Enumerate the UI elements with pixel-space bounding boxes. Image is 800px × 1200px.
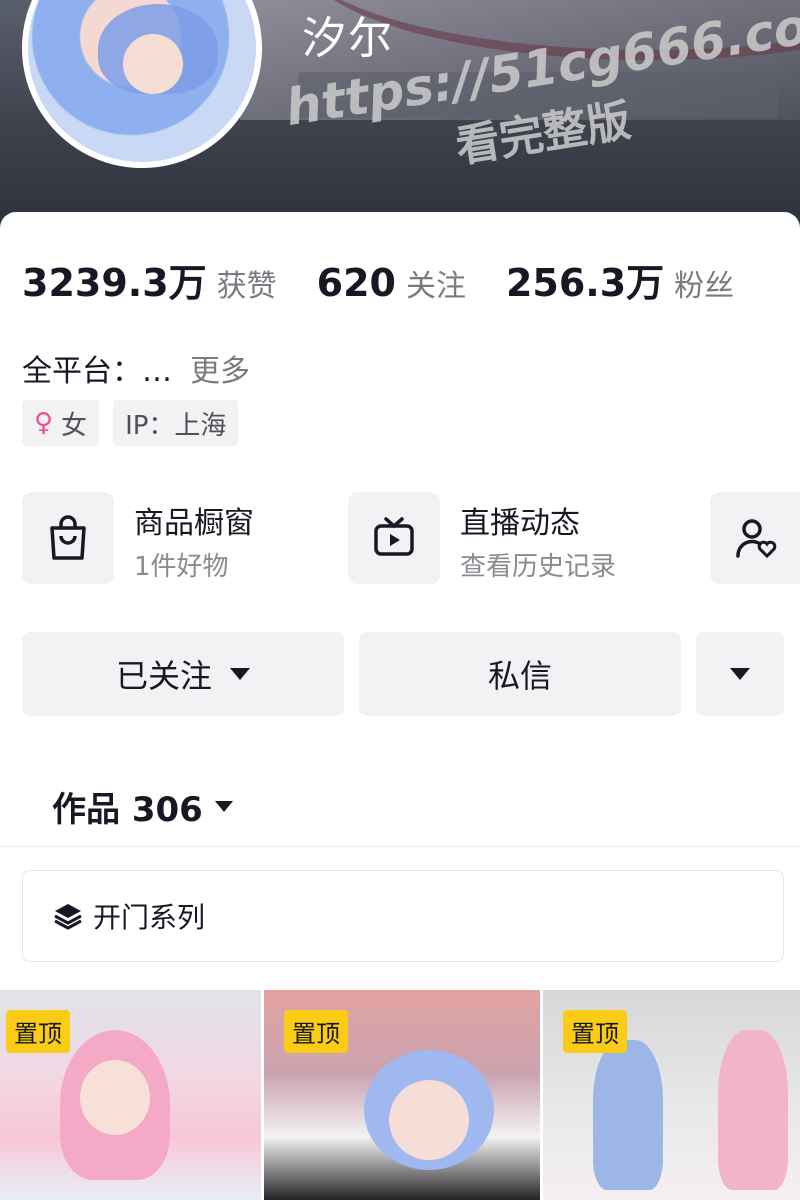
- user-heart-icon: [736, 519, 777, 559]
- profile-name: 汐尔: [302, 13, 394, 64]
- stats-row: 3239.3万 获赞 620 关注 256.3万 粉丝: [22, 252, 774, 307]
- ip-location-tag: IP：上海: [113, 400, 239, 446]
- layers-icon: [54, 904, 82, 930]
- message-label: 私信: [487, 657, 552, 695]
- collection-label: 开门系列: [93, 901, 206, 934]
- followed-label: 已关注: [115, 657, 212, 695]
- live-feed-subtitle: 查看历史记录: [460, 552, 617, 582]
- divider: [0, 846, 800, 847]
- avatar[interactable]: [22, 0, 262, 168]
- avatar-face: [123, 34, 183, 94]
- gender-tag: ♀ 女: [22, 400, 100, 446]
- work-thumbnail[interactable]: 置顶: [0, 990, 261, 1200]
- followed-button[interactable]: 已关注: [22, 632, 344, 716]
- works-grid: 置顶 置顶 置顶: [0, 990, 800, 1200]
- profile-tags: ♀ 女 IP：上海: [22, 400, 239, 446]
- pinned-badge: 置顶: [563, 1010, 627, 1053]
- pinned-badge: 置顶: [6, 1010, 70, 1053]
- shopping-bag-icon: [50, 515, 86, 560]
- live-feed-title[interactable]: 直播动态: [460, 498, 580, 542]
- shop-window-subtitle: 1件好物: [134, 552, 229, 582]
- live-feed-entry[interactable]: [348, 492, 440, 584]
- shop-window-entry[interactable]: [22, 492, 114, 584]
- ip-location-label: IP：上海: [125, 410, 227, 441]
- followers-label: 粉丝: [674, 269, 735, 304]
- gender-label: 女: [61, 410, 88, 441]
- feature-entries: 商品橱窗 1件好物 直播动态 查看历史记录: [22, 492, 800, 586]
- following-count[interactable]: 620: [317, 261, 396, 305]
- followers-count[interactable]: 256.3万: [506, 252, 664, 307]
- caret-down-icon: [214, 801, 233, 812]
- tv-play-icon: [374, 517, 414, 556]
- profile-header: 汐尔 https://51cg666.com 看完整版: [0, 0, 800, 230]
- thumbnail-figure: [593, 1040, 663, 1190]
- platform-bio: 全平台：… 更多: [22, 346, 250, 390]
- thumbnail-figure: [718, 1030, 788, 1190]
- female-icon: ♀: [34, 408, 54, 438]
- likes-count[interactable]: 3239.3万: [22, 252, 207, 307]
- caret-down-icon: [730, 668, 750, 680]
- pinned-badge: 置顶: [284, 1010, 348, 1053]
- caret-down-icon: [230, 668, 250, 680]
- following-label: 关注: [405, 269, 466, 304]
- works-tab-label: 作品 306: [52, 790, 203, 830]
- tab-works[interactable]: 作品 306: [52, 782, 233, 831]
- more-actions-button[interactable]: [696, 632, 784, 716]
- shop-window-title[interactable]: 商品橱窗: [134, 498, 254, 542]
- fan-group-entry[interactable]: [710, 492, 800, 584]
- profile-card: 3239.3万 获赞 620 关注 256.3万 粉丝 全平台：… 更多 ♀ 女 …: [0, 212, 800, 1200]
- thumbnail-face: [80, 1060, 150, 1135]
- message-button[interactable]: 私信: [359, 632, 681, 716]
- work-thumbnail[interactable]: 置顶: [543, 990, 800, 1200]
- more-link[interactable]: 更多: [190, 354, 250, 389]
- collection-entry[interactable]: 开门系列: [22, 870, 784, 962]
- likes-label: 获赞: [216, 269, 277, 304]
- platform-label: 全平台：…: [22, 354, 172, 389]
- thumbnail-face: [389, 1080, 469, 1160]
- work-thumbnail[interactable]: 置顶: [264, 990, 540, 1200]
